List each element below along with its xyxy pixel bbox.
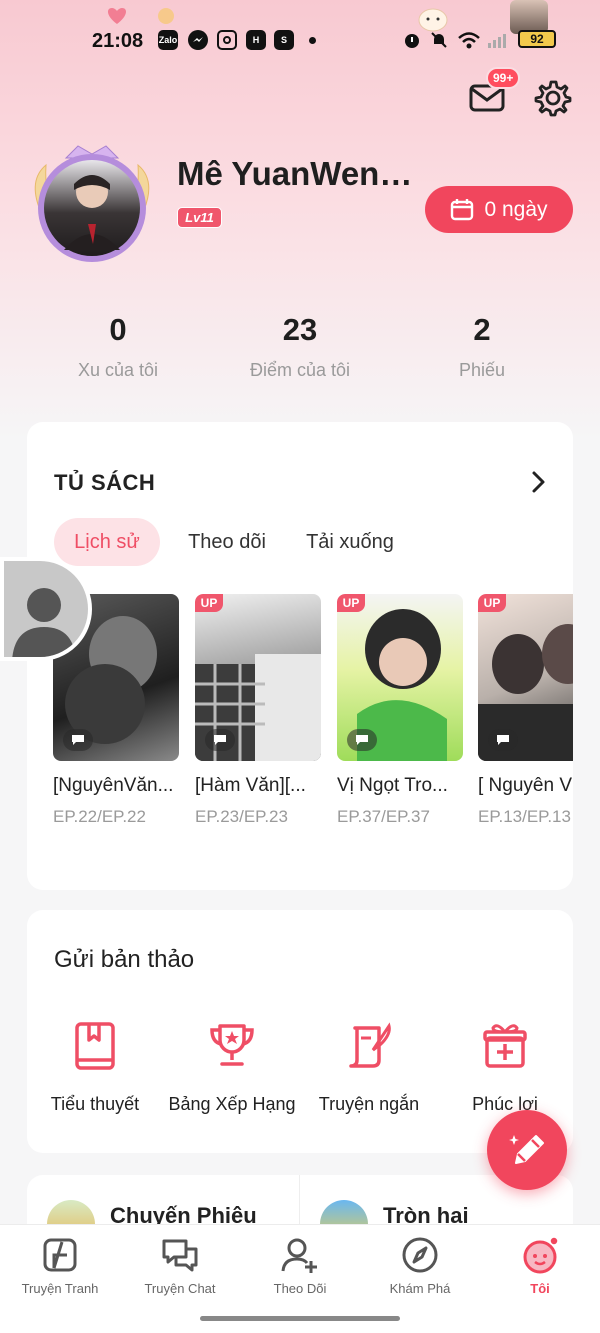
chat-bubble-icon [72,735,84,745]
update-badge: UP [195,594,223,612]
checkin-button[interactable]: 0 ngày [425,186,573,233]
compass-icon [400,1235,440,1275]
book-cover: UP [195,594,321,761]
stat-coins[interactable]: 0 Xu của tôi [18,312,218,381]
chat-badge [63,729,93,751]
scroll-quill-icon [343,1020,395,1072]
stat-points[interactable]: 23 Điểm của tôi [200,312,400,381]
chat-badge [205,729,235,751]
book-cover: UP [478,594,573,761]
stat-label: Phiếu [458,360,506,380]
chat-badge [347,729,377,751]
tab-explore[interactable]: Khám Phá [360,1235,480,1296]
tab-label: Tôi [530,1281,550,1296]
book-title: Vị Ngọt Tro... [337,775,448,796]
calendar-icon [451,198,474,220]
instagram-icon [217,30,237,50]
wifi-icon [457,30,481,50]
settings-button[interactable] [533,78,573,118]
heart-sticker-icon [104,4,130,26]
submission-label: Bảng Xếp Hạng [168,1094,296,1114]
tab-me[interactable]: Tôi [480,1235,600,1296]
tab-label: Truyện Chat [144,1281,216,1296]
stat-value: 0 [109,312,127,347]
tab-history[interactable]: Lịch sử [54,518,160,566]
book-title: [Hàm Văn][... [195,775,306,796]
tab-downloads[interactable]: Tải xuống [293,518,407,566]
book-item[interactable]: UP [ Nguyên V EP.13/EP.13 [478,594,573,827]
library-card: TỦ SÁCH Lịch sử Theo dõi Tải xuống [Nguy… [27,422,573,890]
alarm-icon [402,30,422,50]
submission-welfare[interactable]: Phúc lợi [435,1020,575,1115]
cat-sticker-icon [416,2,450,32]
tab-comics[interactable]: Truyện Tranh [0,1235,120,1296]
gift-icon [479,1020,531,1072]
sticker-photo-icon [510,0,548,34]
book-episodes: EP.13/EP.13 [478,807,571,826]
profile-name: Mê YuanWenH... [177,155,422,192]
book-icon [69,1020,121,1072]
me-icon [520,1235,560,1275]
more-notifications-dot [309,37,316,44]
gear-icon [534,80,572,117]
checkin-label: 0 ngày [484,197,548,221]
battery-indicator: 92 [518,30,556,48]
library-more-button[interactable] [527,468,551,496]
stat-tickets[interactable]: 2 Phiếu [382,312,582,381]
book-item[interactable]: UP Vị Ngọt Tro... EP.37/EP.37 [337,594,463,827]
book-cover: UP [337,594,463,761]
stat-label: Xu của tôi [77,360,159,380]
tab-label: Truyện Tranh [21,1281,99,1296]
chat-bubble-icon [497,735,509,745]
status-bar: 21:08 Zalo H S 92 [0,0,600,60]
submission-label: Tiểu thuyết [50,1094,140,1114]
tab-following[interactable]: Theo dõi [175,518,279,566]
bell-muted-icon [429,30,449,50]
submission-title: Gửi bản thảo [54,946,195,973]
chat-icon [160,1235,200,1275]
tab-label: Khám Phá [389,1281,451,1296]
mail-badge: 99+ [486,67,521,89]
messenger-icon [188,30,208,50]
star-sticker-icon [156,6,176,26]
book-episodes: EP.37/EP.37 [337,807,430,826]
trophy-icon [206,1020,258,1072]
submission-novel[interactable]: Tiểu thuyết [25,1020,165,1115]
level-badge: Lv11 [177,207,222,228]
stat-value: 2 [473,312,491,347]
submission-label: Truyện ngắn [318,1094,420,1114]
tab-following[interactable]: Theo Dõi [240,1235,360,1296]
home-indicator[interactable] [200,1316,400,1321]
chat-bubble-icon [214,735,226,745]
shopee-icon: S [274,30,294,50]
avatar[interactable] [26,140,158,270]
signal-icon [487,32,509,48]
chevron-right-icon [532,471,545,493]
chat-badge [488,729,518,751]
book-item[interactable]: UP [Hàm Văn][... EP.23/EP.23 [195,594,321,827]
book-episodes: EP.23/EP.23 [195,807,288,826]
submission-card: Gửi bản thảo Tiểu thuyết Bảng Xếp Hạng T… [27,910,573,1153]
submission-short-story[interactable]: Truyện ngắn [299,1020,439,1115]
comic-icon [40,1235,80,1275]
zalo-icon: Zalo [158,30,178,50]
stat-label: Điểm của tôi [249,360,351,380]
book-title: [ Nguyên V [478,775,572,796]
book-episodes: EP.22/EP.22 [53,807,146,826]
book-title: [NguyênVăn... [53,775,174,796]
pencil-sparkle-icon [509,1135,544,1164]
tab-chat-stories[interactable]: Truyện Chat [120,1235,240,1296]
tab-label: Theo Dõi [273,1281,327,1296]
submission-label: Phúc lợi [472,1094,538,1114]
submission-ranking[interactable]: Bảng Xếp Hạng [162,1020,302,1115]
update-badge: UP [337,594,365,612]
chat-bubble-icon [356,735,368,745]
update-badge: UP [478,594,506,612]
library-title: TỦ SÁCH [54,470,156,495]
stat-value: 23 [282,312,318,347]
follow-icon [280,1235,320,1275]
clock-time: 21:08 [92,30,144,52]
h-app-icon: H [246,30,266,50]
write-fab-button[interactable] [487,1110,567,1190]
